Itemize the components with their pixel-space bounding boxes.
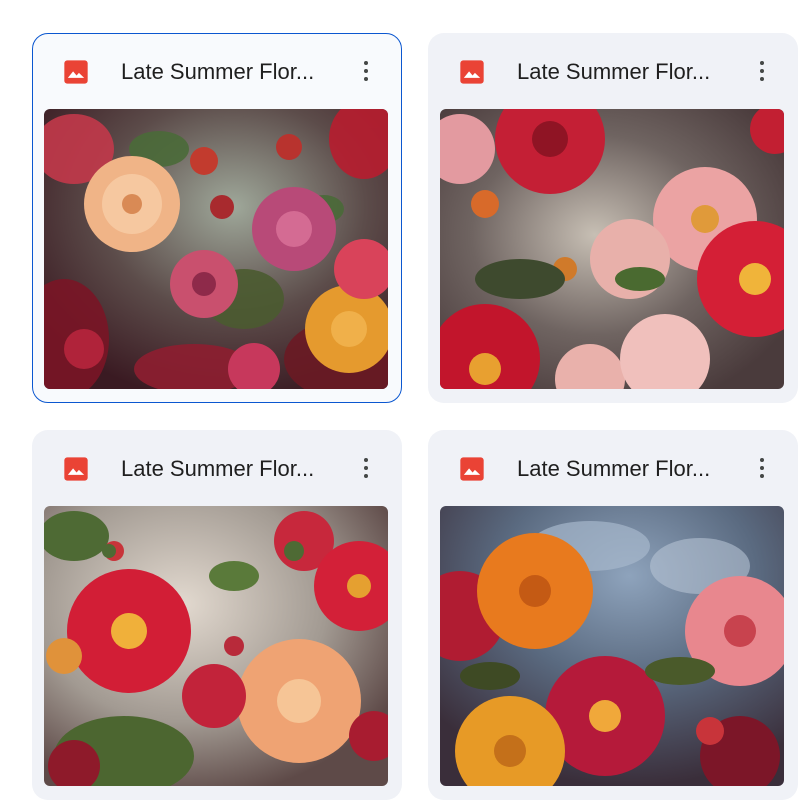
file-thumbnail[interactable]	[440, 506, 784, 786]
file-name: Late Summer Flor...	[517, 59, 711, 84]
file-card-header: Late Summer Flor...	[428, 33, 798, 109]
more-vert-icon	[760, 61, 764, 65]
more-vert-icon	[760, 458, 764, 462]
file-card-header: Late Summer Flor...	[32, 430, 402, 506]
file-grid: Late Summer Flor... Late Summer Flor... …	[0, 0, 812, 812]
file-card[interactable]: Late Summer Flor...	[428, 33, 798, 403]
more-actions-button[interactable]	[346, 51, 386, 91]
more-actions-button[interactable]	[346, 448, 386, 488]
more-vert-icon	[364, 458, 368, 462]
image-file-icon	[460, 457, 484, 481]
file-card-header: Late Summer Flor...	[33, 34, 401, 110]
file-card[interactable]: Late Summer Flor...	[428, 430, 798, 800]
image-file-icon	[64, 457, 88, 481]
file-name: Late Summer Flor...	[121, 456, 315, 481]
more-actions-button[interactable]	[742, 51, 782, 91]
image-file-icon	[64, 60, 88, 84]
file-card-header: Late Summer Flor...	[428, 430, 798, 506]
file-name: Late Summer Flor...	[121, 59, 315, 84]
more-vert-icon	[364, 61, 368, 65]
file-thumbnail[interactable]	[44, 109, 388, 389]
file-name: Late Summer Flor...	[517, 456, 711, 481]
image-file-icon	[460, 60, 484, 84]
file-thumbnail[interactable]	[44, 506, 388, 786]
file-card[interactable]: Late Summer Flor...	[32, 430, 402, 800]
file-thumbnail[interactable]	[440, 109, 784, 389]
more-actions-button[interactable]	[742, 448, 782, 488]
file-card[interactable]: Late Summer Flor...	[32, 33, 402, 403]
